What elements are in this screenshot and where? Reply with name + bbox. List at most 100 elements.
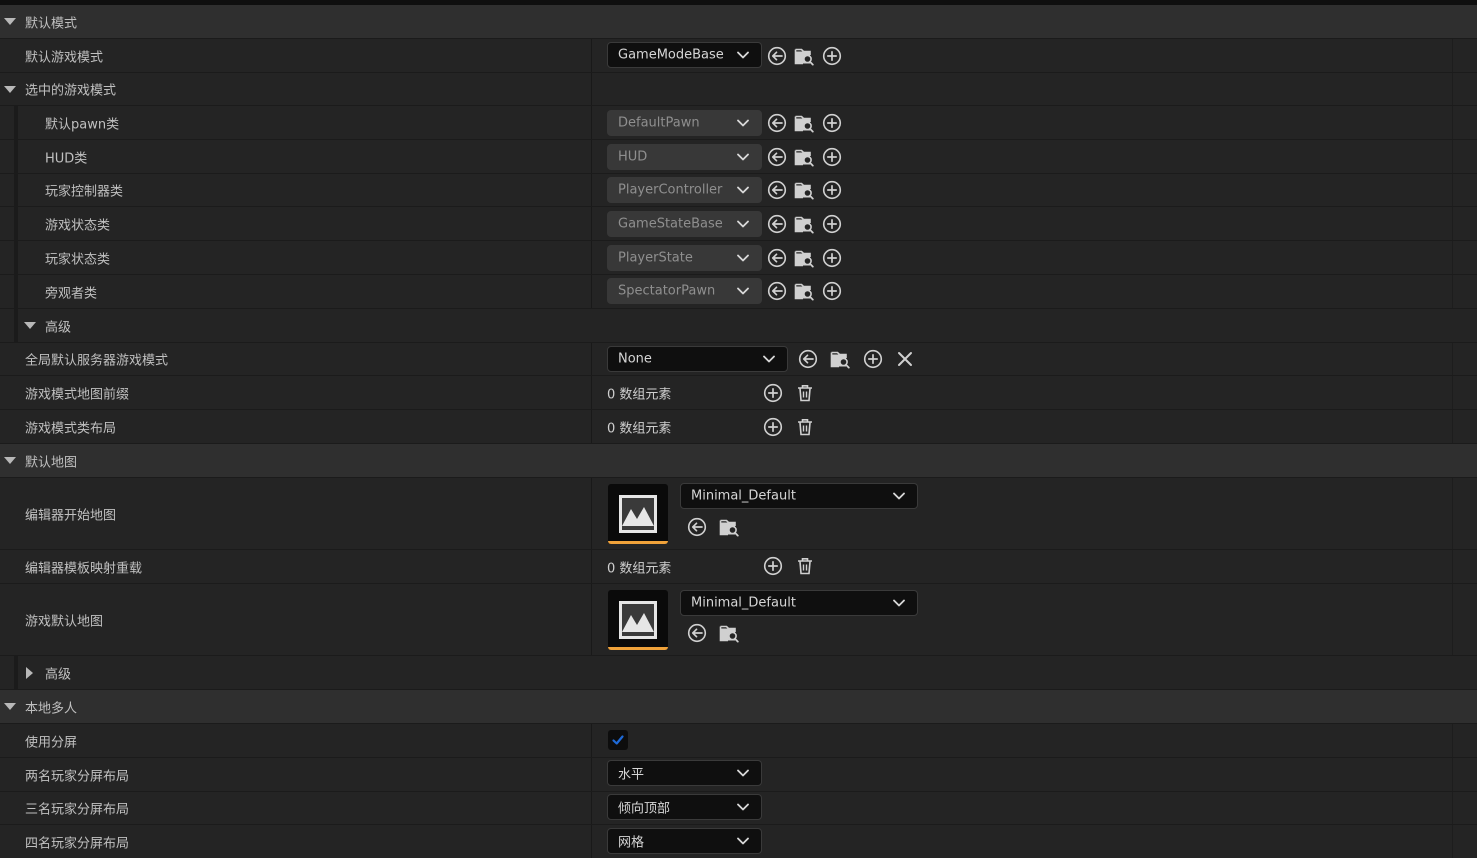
subcategory-advanced-modes[interactable]: 高级 (0, 309, 1477, 343)
collapsed-triangle-icon[interactable] (26, 667, 33, 679)
column-divider[interactable] (591, 241, 592, 274)
player-state-combo[interactable]: PlayerState (607, 245, 762, 271)
hud-class-combo[interactable]: HUD (607, 144, 762, 170)
game-mode-combo[interactable]: GameModeBase (607, 42, 762, 68)
arrow-left-icon[interactable] (767, 113, 787, 133)
add-icon[interactable] (822, 214, 842, 234)
indent-bar (14, 106, 18, 139)
right-divider (1452, 140, 1453, 173)
editor-startup-map-combo[interactable]: Minimal_Default (680, 483, 918, 509)
column-divider[interactable] (591, 106, 592, 139)
add-icon[interactable] (763, 383, 783, 403)
indent-bar (14, 656, 18, 689)
property-label: 两名玩家分屏布局 (25, 769, 130, 784)
game-state-combo[interactable]: GameStateBase (607, 211, 762, 237)
arrow-left-icon[interactable] (687, 623, 707, 643)
column-divider[interactable] (591, 550, 592, 583)
add-icon[interactable] (763, 556, 783, 576)
property-label: 玩家状态类 (45, 252, 111, 267)
arrow-left-icon[interactable] (767, 46, 787, 66)
category-local-multiplayer[interactable]: 本地多人 (0, 690, 1477, 724)
player-controller-combo[interactable]: PlayerController (607, 177, 762, 203)
column-divider[interactable] (591, 792, 592, 824)
delete-icon[interactable] (795, 556, 815, 576)
add-icon[interactable] (863, 349, 883, 369)
browse-asset-icon[interactable] (719, 623, 739, 643)
add-icon[interactable] (763, 417, 783, 437)
global-server-mode-combo[interactable]: None (607, 346, 788, 372)
property-pawn-class: 默认pawn类 DefaultPawn (0, 106, 1477, 140)
expand-triangle-icon[interactable] (4, 18, 16, 25)
add-icon[interactable] (822, 147, 842, 167)
property-label: 游戏默认地图 (25, 614, 104, 629)
arrow-left-icon[interactable] (798, 349, 818, 369)
three-player-layout-combo[interactable]: 倾向顶部 (607, 794, 762, 820)
game-default-map-combo[interactable]: Minimal_Default (680, 590, 918, 616)
browse-asset-icon[interactable] (794, 46, 814, 66)
column-divider[interactable] (591, 584, 592, 655)
column-divider[interactable] (591, 39, 592, 72)
column-divider[interactable] (591, 724, 592, 757)
column-divider[interactable] (591, 275, 592, 308)
add-icon[interactable] (822, 46, 842, 66)
expand-triangle-icon[interactable] (4, 703, 16, 710)
arrow-left-icon[interactable] (767, 147, 787, 167)
map-thumbnail[interactable] (608, 590, 668, 650)
column-divider[interactable] (591, 174, 592, 206)
map-thumbnail-icon (618, 494, 658, 534)
arrow-left-icon[interactable] (767, 214, 787, 234)
column-divider[interactable] (591, 478, 592, 549)
indent-bar (14, 140, 18, 173)
browse-asset-icon[interactable] (794, 281, 814, 301)
property-label: 默认游戏模式 (25, 50, 104, 65)
expand-triangle-icon[interactable] (24, 322, 36, 329)
arrow-left-icon[interactable] (767, 281, 787, 301)
arrow-left-icon[interactable] (767, 248, 787, 268)
property-label: 编辑器模板映射重载 (25, 561, 143, 576)
column-divider[interactable] (591, 140, 592, 173)
add-icon[interactable] (822, 180, 842, 200)
subcategory-advanced-maps[interactable]: 高级 (0, 656, 1477, 690)
column-divider[interactable] (591, 376, 592, 409)
category-default-maps[interactable]: 默认地图 (0, 444, 1477, 478)
combo-value: 网格 (618, 835, 645, 851)
column-divider[interactable] (591, 825, 592, 858)
column-divider[interactable] (591, 343, 592, 375)
indent-bar (14, 275, 18, 308)
subcategory-selected-game-mode[interactable]: 选中的游戏模式 (0, 73, 1477, 106)
arrow-left-icon[interactable] (767, 180, 787, 200)
browse-asset-icon[interactable] (794, 113, 814, 133)
expand-triangle-icon[interactable] (4, 86, 16, 93)
category-default-modes[interactable]: 默认模式 (0, 5, 1477, 39)
chevron-down-icon (737, 803, 749, 811)
indent-bar (14, 207, 18, 240)
add-icon[interactable] (822, 281, 842, 301)
splitscreen-checkbox[interactable] (608, 730, 628, 750)
spectator-combo[interactable]: SpectatorPawn (607, 278, 762, 304)
browse-asset-icon[interactable] (794, 147, 814, 167)
column-divider[interactable] (591, 207, 592, 240)
two-player-layout-combo[interactable]: 水平 (607, 760, 762, 786)
delete-icon[interactable] (795, 383, 815, 403)
browse-asset-icon[interactable] (830, 349, 850, 369)
column-divider[interactable] (591, 410, 592, 443)
pawn-class-combo[interactable]: DefaultPawn (607, 110, 762, 136)
right-divider (1452, 478, 1453, 549)
right-divider (1452, 376, 1453, 409)
add-icon[interactable] (822, 248, 842, 268)
delete-icon[interactable] (795, 417, 815, 437)
subcategory-title: 选中的游戏模式 (25, 83, 117, 99)
four-player-layout-combo[interactable]: 网格 (607, 828, 762, 854)
map-thumbnail[interactable] (608, 484, 668, 544)
add-icon[interactable] (822, 113, 842, 133)
expand-triangle-icon[interactable] (4, 457, 16, 464)
browse-asset-icon[interactable] (719, 517, 739, 537)
clear-icon[interactable] (895, 349, 915, 369)
arrow-left-icon[interactable] (687, 517, 707, 537)
combo-value: Minimal_Default (691, 595, 796, 611)
column-divider[interactable] (591, 758, 592, 791)
browse-asset-icon[interactable] (794, 214, 814, 234)
browse-asset-icon[interactable] (794, 180, 814, 200)
column-divider[interactable] (591, 73, 592, 105)
browse-asset-icon[interactable] (794, 248, 814, 268)
